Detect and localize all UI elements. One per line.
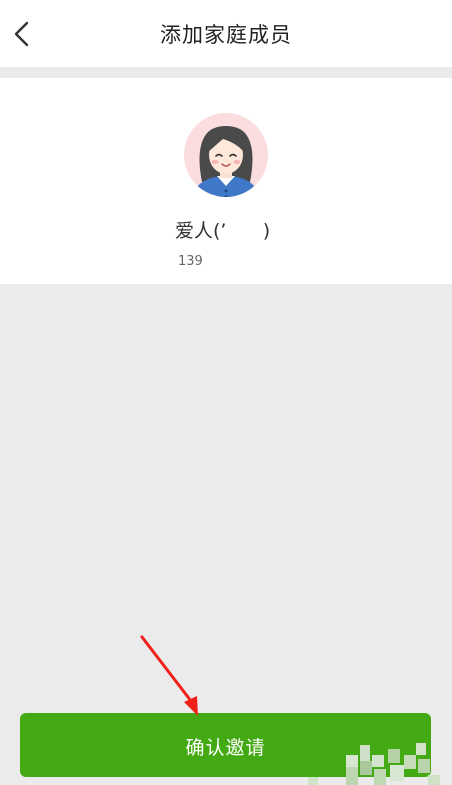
female-avatar-icon: [184, 113, 268, 197]
member-name: 爱人(’ ): [175, 220, 271, 242]
header-bar: 添加家庭成员: [0, 0, 452, 67]
avatar: [183, 112, 269, 198]
page-title: 添加家庭成员: [160, 23, 292, 47]
confirm-invite-button[interactable]: 确认邀请: [20, 713, 431, 777]
member-card: 爱人(’ ) 139: [0, 78, 452, 284]
confirm-invite-label: 确认邀请: [185, 737, 266, 759]
member-phone: 139: [178, 254, 203, 269]
